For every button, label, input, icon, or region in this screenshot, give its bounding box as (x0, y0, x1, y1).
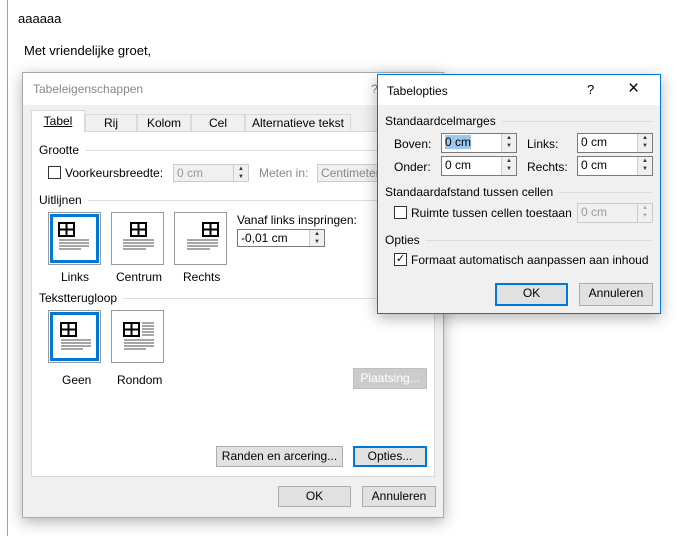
wrap-none-option[interactable] (48, 310, 101, 363)
alignment-group-label: Uitlijnen (39, 193, 429, 207)
preferred-width-input[interactable]: 0 cm ▲ ▼ (173, 164, 249, 182)
align-right-label: Rechts (183, 270, 221, 284)
wrap-none-icon (60, 322, 91, 350)
ok-button[interactable]: OK (278, 486, 351, 507)
align-left-option[interactable] (48, 212, 101, 265)
dialog-title: Tabelopties (387, 84, 448, 98)
options-button[interactable]: Opties... (353, 446, 427, 467)
spinner-icon[interactable]: ▲ ▼ (637, 157, 652, 175)
tab-label: Kolom (146, 116, 181, 130)
bottom-margin-label: Onder: (394, 160, 431, 174)
spinner-icon[interactable]: ▲ ▼ (309, 230, 324, 246)
align-center-label: Centrum (116, 270, 163, 284)
top-margin-input[interactable]: 0 cm ▲ ▼ (441, 133, 517, 153)
spinner-icon[interactable]: ▲ ▼ (501, 157, 516, 175)
tab-panel: Grootte Voorkeursbreedte: 0 cm ▲ ▼ Meten i… (31, 131, 435, 477)
tab-label: Rij (104, 116, 118, 130)
table-right-icon (187, 222, 219, 250)
options-group-label: Opties (385, 233, 653, 247)
table-options-dialog: Tabelopties ? × Standaardcelmarges Boven… (377, 74, 661, 314)
page-margin-line (7, 0, 8, 536)
tab-label: Alternatieve tekst (251, 116, 345, 130)
tab-rij[interactable]: Rij (85, 114, 137, 132)
preferred-width-label: Voorkeursbreedte: (65, 166, 164, 180)
left-margin-input[interactable]: 0 cm ▲ ▼ (577, 133, 653, 153)
wrap-around-icon (123, 322, 154, 350)
right-margin-label: Rechts: (527, 160, 568, 174)
spinner-icon[interactable]: ▲ ▼ (637, 204, 652, 222)
autofit-label: Formaat automatisch aanpassen aan inhoud (411, 253, 649, 267)
spacing-group-label: Standaardafstand tussen cellen (385, 185, 653, 199)
wrap-around-option[interactable] (111, 310, 164, 363)
table-left-icon (58, 222, 89, 250)
ok-button[interactable]: OK (495, 283, 568, 306)
table-center-icon (123, 222, 154, 250)
spinner-icon[interactable]: ▲ ▼ (637, 134, 652, 152)
spinner-icon[interactable]: ▲ ▼ (501, 134, 516, 152)
positioning-button[interactable]: Plaatsing... (353, 368, 427, 389)
wrap-group-label: Tekstterugloop (39, 291, 429, 305)
close-icon[interactable]: × (628, 78, 639, 100)
document-text-line: Met vriendelijke groet, (24, 43, 152, 58)
tab-kolom[interactable]: Kolom (137, 114, 191, 132)
dialog-title: Tabeleigenschappen (33, 82, 144, 96)
align-center-option[interactable] (111, 212, 164, 265)
spacing-input[interactable]: 0 cm ▲ ▼ (577, 203, 653, 223)
cancel-button[interactable]: Annuleren (362, 486, 436, 507)
borders-shading-button[interactable]: Randen en arcering... (216, 446, 343, 467)
spinner-icon[interactable]: ▲ ▼ (233, 165, 248, 181)
cancel-button[interactable]: Annuleren (579, 283, 653, 306)
align-right-option[interactable] (174, 212, 227, 265)
allow-spacing-checkbox[interactable] (394, 206, 407, 219)
preferred-width-checkbox[interactable] (48, 166, 61, 179)
tab-tabel[interactable]: Tabel (31, 110, 85, 132)
indent-input[interactable]: -0,01 cm ▲ ▼ (237, 229, 325, 247)
wrap-around-label: Rondom (117, 373, 163, 387)
tab-cel[interactable]: Cel (191, 114, 245, 132)
left-margin-label: Links: (527, 137, 559, 151)
title-bar[interactable]: Tabelopties ? × (378, 75, 660, 105)
right-margin-input[interactable]: 0 cm ▲ ▼ (577, 156, 653, 176)
margins-group-label: Standaardcelmarges (385, 114, 653, 128)
autofit-checkbox[interactable]: ✓ (394, 253, 407, 266)
measure-in-label: Meten in: (259, 166, 309, 180)
indent-label: Vanaf links inspringen: (237, 213, 357, 227)
allow-spacing-label: Ruimte tussen cellen toestaan (411, 206, 572, 220)
tab-label: Tabel (43, 114, 73, 128)
top-margin-label: Boven: (394, 137, 432, 151)
help-icon[interactable]: ? (587, 82, 594, 97)
align-left-label: Links (61, 270, 90, 284)
bottom-margin-input[interactable]: 0 cm ▲ ▼ (441, 156, 517, 176)
tab-label: Cel (208, 116, 227, 130)
document-text-line: aaaaaa (18, 11, 62, 26)
wrap-none-label: Geen (62, 373, 92, 387)
tab-alternatieve-tekst[interactable]: Alternatieve tekst (245, 114, 351, 132)
size-group-label: Grootte (39, 143, 429, 157)
